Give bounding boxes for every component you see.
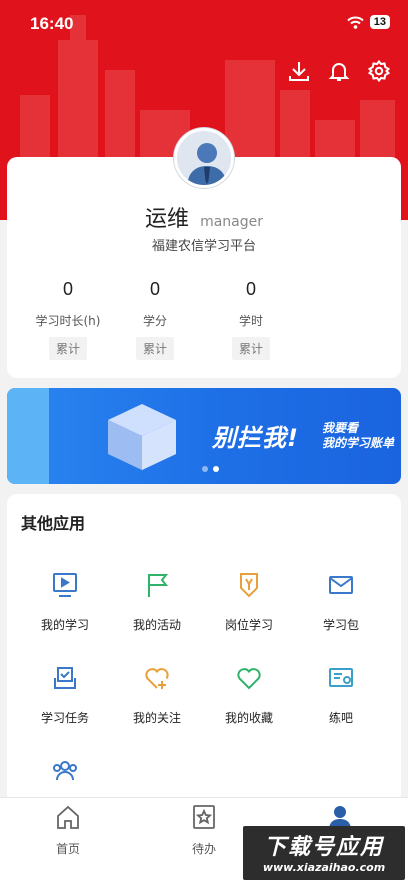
status-bar: 16:40 13 (0, 0, 408, 48)
stat-credits[interactable]: 0 学分 累计 (115, 279, 195, 360)
name-row: 运维 manager (7, 201, 401, 233)
stat-tag: 累计 (135, 337, 174, 360)
tab-home[interactable]: 首页 (33, 804, 103, 857)
stat-tag: 累计 (48, 337, 87, 360)
pagination-dot-active[interactable] (213, 466, 219, 472)
other-apps-card: 其他应用 我的学习 我的活动 岗位学习 学习包 学习任务 我的关注 我的收藏 练… (7, 494, 401, 804)
app-my-favorites[interactable]: 我的收藏 (201, 663, 297, 726)
stat-value: 0 (62, 279, 73, 299)
header-actions (286, 58, 392, 84)
status-time: 16:40 (30, 14, 74, 33)
app-study-package[interactable]: 学习包 (293, 570, 389, 633)
banner-subtitle-line2: 我的学习账单 (322, 436, 395, 450)
group-icon (50, 756, 80, 786)
app-label: 岗位学习 (224, 618, 273, 632)
stat-value: 0 (149, 279, 160, 299)
app-my-study[interactable]: 我的学习 (17, 570, 113, 633)
banner-subtitle: 我要看 我的学习账单 (322, 421, 394, 451)
stat-class-hours[interactable]: 0 学时 累计 (211, 279, 291, 360)
heart-plus-icon (142, 663, 172, 693)
stat-value: 0 (245, 279, 256, 299)
stat-study-hours[interactable]: 0 学习时长(h) 累计 (28, 279, 108, 360)
app-label: 练吧 (328, 711, 353, 725)
app-practice[interactable]: 练吧 (293, 663, 389, 726)
banner-pagination (202, 466, 219, 472)
tab-label: 首页 (55, 842, 80, 856)
app-label: 我的关注 (132, 711, 181, 725)
tab-label: 待办 (191, 842, 216, 856)
battery-level: 13 (369, 15, 390, 29)
tab-todo[interactable]: 待办 (169, 804, 239, 857)
app-my-activities[interactable]: 我的活动 (109, 570, 205, 633)
app-position-study[interactable]: 岗位学习 (201, 570, 297, 633)
watermark-title: 下载号应用 (263, 835, 384, 860)
stat-label: 学时 (238, 314, 263, 328)
task-check-icon (50, 663, 80, 693)
app-label: 学习包 (322, 618, 359, 632)
banner-previous-slide (7, 388, 49, 484)
promo-banner[interactable]: 别拦我! 我要看 我的学习账单 (7, 388, 401, 484)
app-label: 我的收藏 (224, 711, 273, 725)
stat-label: 学分 (142, 314, 167, 328)
pagination-dot[interactable] (202, 466, 208, 472)
gear-icon[interactable] (366, 58, 392, 84)
user-name: 运维 (144, 207, 189, 232)
badge-icon (234, 570, 264, 600)
app-study-tasks[interactable]: 学习任务 (17, 663, 113, 726)
stat-label: 学习时长(h) (35, 314, 101, 328)
app-group[interactable] (17, 756, 113, 802)
watermark-url: www.xiazaihao.com (262, 861, 386, 874)
wifi-icon (347, 16, 364, 29)
envelope-icon (326, 570, 356, 600)
user-role: manager (200, 214, 264, 230)
todo-star-icon (193, 805, 215, 829)
heart-icon (234, 663, 264, 693)
section-title: 其他应用 (21, 514, 86, 533)
app-label: 我的学习 (40, 618, 89, 632)
play-screen-icon (50, 570, 80, 600)
cube-icon (108, 404, 176, 470)
banner-title: 别拦我! (212, 424, 299, 452)
organization-name: 福建农信学习平台 (151, 239, 256, 254)
status-indicators: 13 (347, 15, 390, 29)
avatar[interactable] (174, 128, 234, 188)
watermark-logo: 下载号应用 www.xiazaihao.com (243, 826, 405, 880)
app-label: 学习任务 (40, 711, 89, 725)
app-label: 我的活动 (132, 618, 181, 632)
stat-tag: 累计 (231, 337, 270, 360)
home-icon (57, 805, 79, 829)
bell-icon[interactable] (326, 58, 352, 84)
profile-card: 运维 manager 福建农信学习平台 0 学习时长(h) 累计 0 学分 累计… (7, 157, 401, 378)
download-icon[interactable] (286, 58, 312, 84)
banner-subtitle-line1: 我要看 (322, 421, 359, 435)
practice-icon (326, 663, 356, 693)
flag-icon (142, 570, 172, 600)
app-my-follows[interactable]: 我的关注 (109, 663, 205, 726)
